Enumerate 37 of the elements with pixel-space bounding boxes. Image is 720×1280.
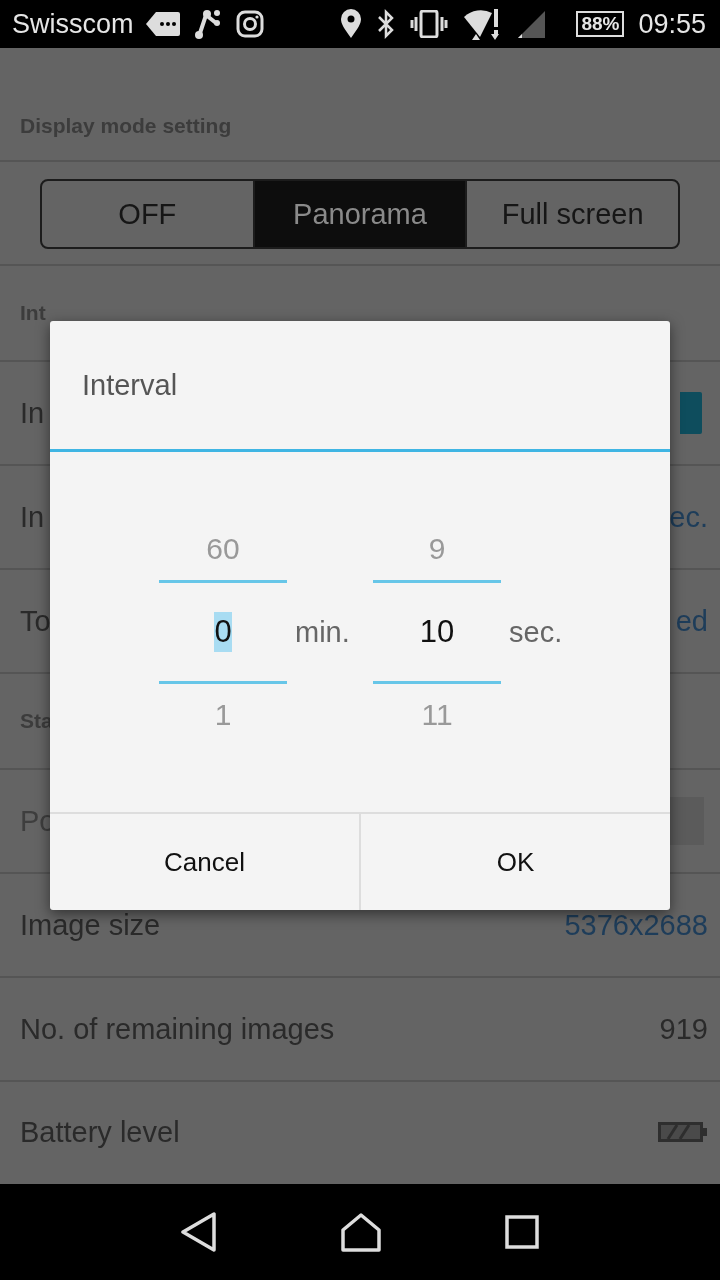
dialog-title: Interval bbox=[81, 368, 179, 403]
mode-option[interactable]: Panorama bbox=[254, 181, 468, 247]
picker-option[interactable]: 60 bbox=[206, 489, 240, 609]
picker-option[interactable]: 11 bbox=[421, 655, 453, 775]
battery-icon bbox=[658, 1122, 708, 1142]
picker-option[interactable]: 1 bbox=[214, 655, 232, 775]
toggle-switch[interactable] bbox=[680, 392, 702, 434]
setting-label: Battery level bbox=[20, 1115, 180, 1149]
setting-value: ed bbox=[675, 604, 708, 638]
unit-label: sec. bbox=[508, 615, 564, 649]
recents-icon[interactable] bbox=[504, 1215, 539, 1249]
message-icon bbox=[145, 11, 180, 37]
setting-label: Image size bbox=[20, 908, 161, 942]
battery-indicator: 88% bbox=[576, 11, 625, 37]
dialog-button[interactable]: Cancel bbox=[50, 814, 359, 910]
setting-label: No. of remaining images bbox=[20, 1012, 335, 1046]
nodes-icon bbox=[193, 9, 222, 39]
camera-icon bbox=[235, 10, 264, 38]
setting-label: In bbox=[20, 500, 45, 534]
setting-label: To bbox=[20, 604, 51, 638]
picker-value[interactable]: 0 bbox=[214, 612, 232, 652]
back-icon[interactable] bbox=[181, 1212, 218, 1252]
picker-value[interactable]: 10 bbox=[419, 612, 455, 652]
unit-label: min. bbox=[294, 615, 351, 649]
setting-value: 919 bbox=[659, 1012, 708, 1046]
signal-icon bbox=[516, 9, 547, 39]
picker-option[interactable]: 9 bbox=[428, 489, 446, 609]
setting-value: 5376x2688 bbox=[564, 908, 708, 942]
clock: 09:55 bbox=[638, 8, 706, 40]
carrier-name: Swisscom bbox=[12, 8, 134, 40]
setting-label: In bbox=[20, 396, 45, 430]
home-icon[interactable] bbox=[340, 1212, 382, 1252]
vibrate-icon bbox=[410, 10, 449, 38]
location-icon bbox=[340, 9, 363, 39]
setting-value: ec. bbox=[669, 500, 708, 534]
mode-option[interactable]: Full screen bbox=[467, 181, 678, 247]
dialog-button[interactable]: OK bbox=[359, 814, 670, 910]
